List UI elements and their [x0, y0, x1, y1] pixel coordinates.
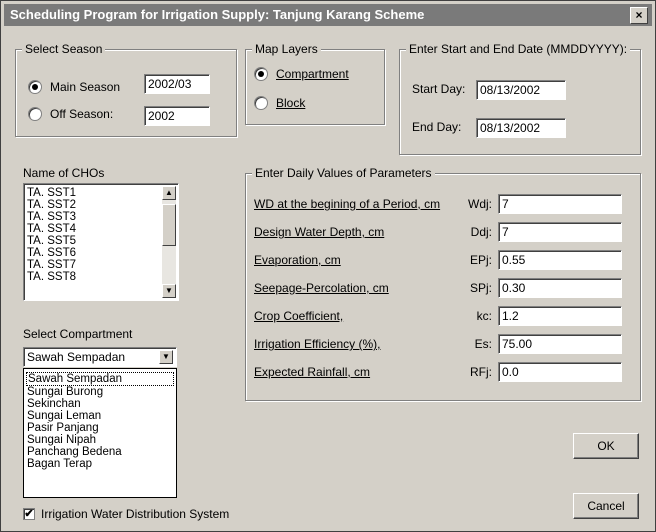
main-season-field[interactable]: 2002/03 [144, 74, 210, 94]
start-day-label: Start Day: [412, 82, 466, 96]
param-label-es: Irrigation Efficiency (%), [254, 337, 381, 351]
compartment-radio[interactable] [254, 67, 268, 81]
dropdown-arrow-icon[interactable]: ▼ [159, 350, 173, 364]
cho-list-label: Name of CHOs [23, 166, 105, 180]
param-symbol-kc: kc: [476, 309, 492, 323]
param-field-rf[interactable]: 0.0 [498, 362, 622, 382]
dialog-window: Scheduling Program for Irrigation Supply… [0, 0, 656, 532]
param-label-kc: Crop Coefficient, [254, 309, 344, 323]
param-label-wd: WD at the begining of a Period, cm [254, 197, 441, 211]
select-compartment-label: Select Compartment [23, 327, 133, 341]
param-field-es[interactable]: 75.00 [498, 334, 622, 354]
param-symbol-dd: Ddj: [470, 225, 492, 239]
start-day-field[interactable]: 08/13/2002 [476, 80, 566, 100]
dropdown-option[interactable]: Pasir Panjang [24, 422, 176, 434]
compartment-combobox[interactable]: Sawah Sempadan [23, 347, 177, 367]
list-item[interactable]: TA. SST4 [24, 223, 178, 235]
dropdown-option[interactable]: Sungai Burong [24, 386, 176, 398]
distribution-system-checkbox[interactable]: ✔ [23, 508, 35, 520]
cho-listbox[interactable]: TA. SST1 TA. SST2 TA. SST3 TA. SST4 TA. … [23, 183, 179, 301]
list-item[interactable]: TA. SST5 [24, 235, 178, 247]
date-range-legend: Enter Start and End Date (MMDDYYYY): [406, 42, 631, 56]
close-button[interactable]: × [630, 7, 648, 24]
date-range-group: Enter Start and End Date (MMDDYYYY): Sta… [399, 42, 641, 155]
compartment-selected-value: Sawah Sempadan [27, 350, 126, 364]
cho-scrollbar[interactable]: ▲ ▼ [162, 186, 176, 298]
param-label-rf: Expected Rainfall, cm [254, 365, 371, 379]
param-label-ep: Evaporation, cm [254, 253, 341, 267]
dropdown-option[interactable]: Sungai Leman [24, 410, 176, 422]
param-field-sp[interactable]: 0.30 [498, 278, 622, 298]
list-item[interactable]: TA. SST1 [24, 187, 178, 199]
select-season-legend: Select Season [22, 42, 106, 56]
param-symbol-es: Es: [474, 337, 492, 351]
block-layer-label: Block [276, 96, 306, 110]
distribution-system-label: Irrigation Water Distribution System [41, 507, 230, 521]
list-item[interactable]: TA. SST3 [24, 211, 178, 223]
parameters-legend: Enter Daily Values of Parameters [252, 166, 435, 180]
map-layers-group: Map Layers Compartment Block [245, 42, 385, 125]
compartment-dropdown-list[interactable]: Sawah Sempadan Sungai Burong Sekinchan S… [23, 368, 177, 498]
param-label-sp: Seepage-Percolation, cm [254, 281, 389, 295]
param-symbol-rf: RFj: [470, 365, 492, 379]
block-radio[interactable] [254, 96, 268, 110]
end-day-field[interactable]: 08/13/2002 [476, 118, 566, 138]
main-season-label: Main Season [50, 80, 121, 94]
end-day-label: End Day: [412, 120, 462, 134]
param-symbol-sp: SPj: [469, 281, 492, 295]
window-title: Scheduling Program for Irrigation Supply… [10, 7, 425, 22]
list-item[interactable]: TA. SST8 [24, 271, 178, 283]
parameters-group: Enter Daily Values of Parameters WD at t… [245, 166, 641, 401]
param-symbol-wd: Wdj: [468, 197, 492, 211]
off-season-field[interactable]: 2002 [144, 106, 210, 126]
dropdown-option-selected[interactable]: Sawah Sempadan [26, 372, 174, 386]
dropdown-option[interactable]: Bagan Terap [24, 458, 176, 470]
list-item[interactable]: TA. SST6 [24, 247, 178, 259]
title-bar: Scheduling Program for Irrigation Supply… [4, 4, 652, 26]
param-field-dd[interactable]: 7 [498, 222, 622, 242]
param-field-wd[interactable]: 7 [498, 194, 622, 214]
param-label-dd: Design Water Depth, cm [254, 225, 385, 239]
compartment-layer-label: Compartment [276, 67, 349, 81]
select-season-group: Select Season Main Season 2002/03 Off Se… [15, 42, 237, 137]
list-item[interactable]: TA. SST7 [24, 259, 178, 271]
off-season-label: Off Season: [50, 107, 114, 121]
map-layers-legend: Map Layers [252, 42, 321, 56]
dropdown-option[interactable]: Sungai Nipah [24, 434, 176, 446]
list-item[interactable]: TA. SST2 [24, 199, 178, 211]
off-season-radio[interactable] [28, 107, 42, 121]
param-symbol-ep: EPj: [469, 253, 492, 267]
ok-button[interactable]: OK [573, 433, 639, 459]
dropdown-option[interactable]: Panchang Bedena [24, 446, 176, 458]
scroll-up-icon[interactable]: ▲ [162, 186, 176, 200]
scroll-thumb[interactable] [162, 204, 176, 246]
scroll-down-icon[interactable]: ▼ [162, 284, 176, 298]
param-field-ep[interactable]: 0.55 [498, 250, 622, 270]
param-field-kc[interactable]: 1.2 [498, 306, 622, 326]
cancel-button[interactable]: Cancel [573, 493, 639, 519]
main-season-radio[interactable] [28, 80, 42, 94]
dropdown-option[interactable]: Sekinchan [24, 398, 176, 410]
